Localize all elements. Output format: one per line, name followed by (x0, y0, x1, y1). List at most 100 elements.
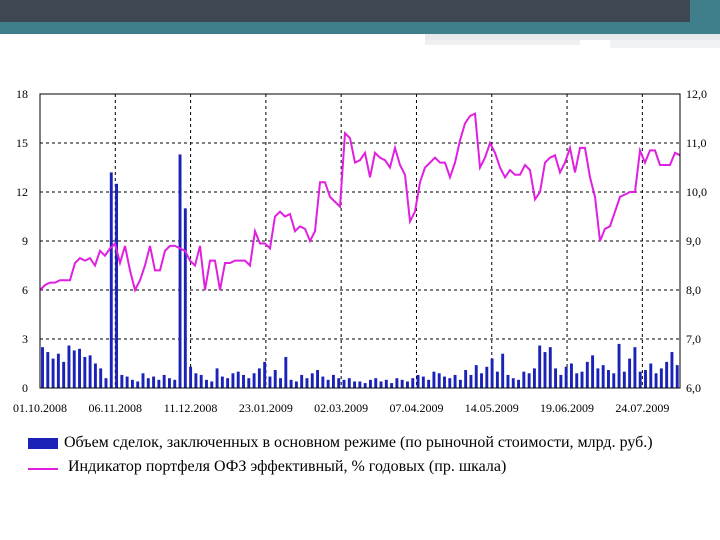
volume-bar (559, 374, 563, 388)
volume-bar (51, 358, 55, 388)
volume-bar (104, 378, 108, 388)
volume-bar (146, 378, 150, 388)
volume-bar (432, 371, 436, 388)
volume-bar (125, 376, 129, 388)
volume-bar (247, 378, 251, 388)
volume-bar (83, 356, 87, 388)
right-axis-tick-label: 7,0 (686, 332, 701, 346)
volume-bar (141, 373, 145, 388)
volume-bar (601, 365, 605, 388)
volume-bar (210, 381, 214, 388)
left-axis-tick-label: 9 (22, 234, 28, 248)
legend-bar-swatch (28, 438, 58, 449)
legend-line-swatch (28, 468, 58, 470)
volume-bar (289, 379, 293, 388)
volume-bar (168, 378, 171, 388)
volume-bar (400, 379, 404, 388)
volume-bar (67, 345, 71, 388)
volume-bar (157, 379, 161, 388)
volume-bar (628, 358, 632, 388)
volume-bar (337, 378, 341, 388)
volume-bar (183, 208, 187, 388)
volume-bar (511, 378, 515, 388)
volume-bar (543, 352, 547, 388)
volume-bar (670, 352, 674, 388)
volume-bar (532, 368, 536, 388)
volume-bar (316, 370, 320, 388)
volume-bar (501, 353, 505, 388)
volume-bar (421, 376, 425, 388)
volume-bar (310, 373, 314, 388)
volume-bar (585, 361, 589, 388)
left-axis-tick-label: 15 (16, 136, 28, 150)
volume-bar (622, 371, 626, 388)
right-axis-tick-label: 11,0 (686, 136, 707, 150)
chart-grid (40, 94, 680, 388)
volume-bar (464, 370, 468, 388)
volume-bar (326, 379, 330, 388)
volume-bar (517, 379, 520, 388)
volume-bar (220, 376, 224, 388)
volume-bar (236, 371, 240, 388)
left-axis-tick-label: 18 (16, 87, 28, 101)
volume-bar (522, 371, 526, 388)
volume-bar (257, 368, 261, 388)
volume-bar (448, 378, 452, 388)
volume-bar (480, 373, 483, 388)
volume-bar (437, 373, 441, 388)
x-axis-tick-label: 11.12.2008 (164, 401, 218, 415)
volume-bar (379, 381, 383, 388)
volume-bar (88, 355, 92, 388)
volume-bar (564, 366, 568, 388)
volume-bar (353, 381, 357, 388)
volume-bar (109, 172, 113, 388)
volume-bar (596, 368, 600, 388)
volume-bar (548, 347, 552, 388)
volume-bar (654, 373, 658, 388)
volume-bar (62, 361, 66, 388)
right-axis-tick-label: 9,0 (686, 234, 701, 248)
volume-bar (580, 371, 584, 388)
volume-bar (485, 366, 489, 388)
right-axis-labels: 6,0 7,0 8,0 9,0 10,0 11,0 12,0 (686, 87, 707, 395)
volume-bar (226, 378, 230, 388)
legend-yield-label: Индикатор портфеля ОФЗ эффективный, % го… (68, 458, 507, 475)
volume-bar (538, 345, 542, 388)
x-axis-tick-label: 06.11.2008 (89, 401, 143, 415)
volume-bar (495, 371, 499, 388)
volume-bar (612, 373, 616, 388)
volume-bar (231, 373, 235, 388)
right-axis-tick-label: 10,0 (686, 185, 707, 199)
x-axis-tick-label: 07.04.2009 (389, 401, 443, 415)
volume-bar (649, 363, 653, 388)
volume-bar (347, 378, 351, 388)
volume-bar (46, 352, 50, 388)
volume-bar (554, 368, 558, 388)
volume-bar (453, 374, 457, 388)
volume-bars (41, 154, 679, 388)
volume-bar (411, 378, 415, 388)
volume-bar (490, 358, 494, 388)
volume-bar (178, 154, 182, 388)
volume-bar (569, 363, 573, 388)
volume-bar (607, 370, 610, 388)
ofz-chart: 0 3 6 9 12 15 18 6,0 7,0 8,0 9,0 10,0 11,0 12,0 01.1… (13, 87, 707, 415)
volume-bar (342, 379, 346, 388)
volume-bar (331, 374, 335, 388)
volume-bar (575, 373, 579, 388)
volume-bar (130, 379, 134, 388)
x-axis-tick-label: 14.05.2009 (465, 401, 519, 415)
volume-bar (152, 376, 156, 388)
volume-bar (99, 368, 103, 388)
volume-bar (215, 368, 219, 388)
volume-bar (268, 376, 272, 388)
volume-bar (56, 353, 60, 388)
volume-bar (665, 361, 669, 388)
volume-bar (173, 379, 177, 388)
right-axis-tick-label: 12,0 (686, 87, 707, 101)
legend-volume-label: Объем сделок, заключенных в основном реж… (64, 434, 653, 451)
volume-bar (395, 378, 399, 388)
volume-bar (189, 366, 193, 388)
left-axis-tick-label: 0 (22, 381, 28, 395)
volume-bar (93, 363, 97, 388)
